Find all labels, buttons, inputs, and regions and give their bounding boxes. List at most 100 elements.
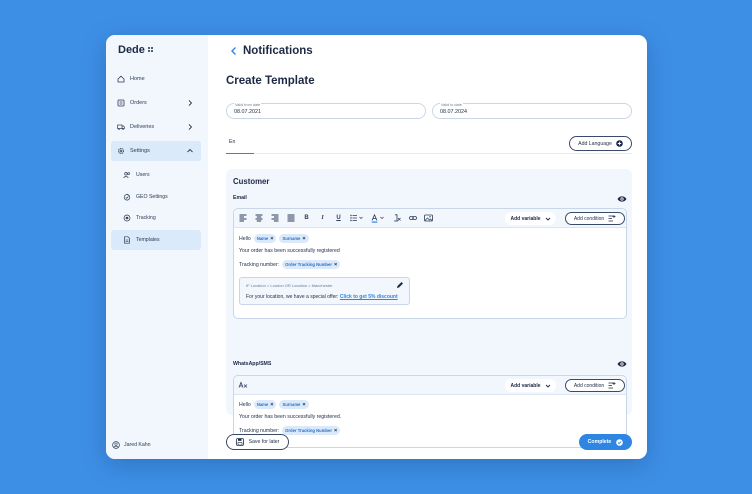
variable-chip-surname[interactable]: Surname × [279, 234, 309, 243]
sidebar-item-settings[interactable]: Settings [111, 141, 201, 161]
valid-to-date-field[interactable]: Valid to date 08.07.2024 [432, 103, 632, 119]
eye-icon[interactable] [617, 195, 627, 203]
offer-link[interactable]: Click to get 5% discount [340, 294, 398, 300]
header-title: Notifications [243, 45, 313, 57]
condition-block[interactable]: IF Location = London OR Location = Manch… [239, 277, 410, 305]
tab-divider [254, 153, 632, 154]
eye-icon[interactable] [617, 360, 627, 368]
chip-close-icon[interactable]: × [302, 236, 305, 242]
bold-icon[interactable]: B [302, 214, 311, 223]
chevron-down-icon [545, 384, 550, 388]
truck-icon [117, 123, 125, 131]
tracking-text: Tracking number: [239, 427, 280, 434]
sidebar-item-label: Settings [130, 148, 150, 154]
customer-title: Customer [233, 177, 270, 186]
tracking-text: Tracking number: [239, 261, 280, 268]
text-color-icon[interactable] [371, 213, 385, 223]
align-center-icon[interactable] [254, 214, 263, 223]
valid-from-date-field[interactable]: Valid from date 08.07.2021 [226, 103, 426, 119]
tab-language-en[interactable]: En [226, 139, 254, 154]
add-variable-label: Add variable [510, 382, 541, 389]
chevron-up-icon [187, 148, 193, 153]
sms-toolbar: Add variable Add condition [234, 376, 626, 395]
sidebar-subitem-tracking[interactable]: Tracking [111, 208, 201, 228]
sidebar-item-orders[interactable]: Orders [111, 93, 201, 113]
image-icon[interactable] [424, 214, 433, 223]
sidebar-subitem-templates[interactable]: Templates [111, 229, 201, 250]
email-editor[interactable]: B I U Add variable Add condition Hello N… [233, 208, 627, 319]
add-language-button[interactable]: Add Language [569, 136, 632, 151]
customer-section: Customer Email B I U Add variable Add co… [226, 169, 632, 448]
back-chevron-icon[interactable] [230, 46, 238, 56]
offer-line: For your location, we have a special off… [246, 294, 398, 300]
variable-chip-tracking[interactable]: Order Tracking Number × [282, 260, 341, 269]
email-label: Email [233, 195, 247, 201]
italic-icon[interactable]: I [318, 214, 327, 223]
sms-line-registered: Your order has been successfully registe… [239, 414, 342, 420]
add-language-label: Add Language [578, 140, 612, 147]
clear-format-icon[interactable] [392, 214, 401, 223]
sidebar-subitem-geo-settings[interactable]: GEO Settings [111, 187, 201, 207]
save-icon [235, 438, 244, 446]
variable-chip-tracking[interactable]: Order Tracking Number × [282, 426, 341, 435]
pencil-icon[interactable] [396, 281, 404, 289]
main-content: Notifications Create Template Valid from… [208, 35, 647, 459]
sidebar-item-deliveries[interactable]: Deliveries [111, 117, 201, 137]
sidebar-subitem-label: GEO Settings [136, 193, 168, 200]
chip-label: Order Tracking Number [285, 262, 332, 267]
valid-to-label: Valid to date [440, 103, 463, 107]
variable-chip-name[interactable]: Name × [253, 400, 277, 409]
condition-text: IF Location = London OR Location = Manch… [246, 283, 333, 288]
sms-editor[interactable]: Add variable Add condition Hello Name × S… [233, 375, 627, 448]
sms-add-variable-button[interactable]: Add variable [505, 379, 556, 392]
chip-close-icon[interactable]: × [270, 236, 273, 242]
email-line-hello: Hello Name × Surname × [239, 234, 309, 243]
add-condition-label: Add condition [573, 215, 605, 222]
sidebar-item-home[interactable]: Home [111, 69, 201, 89]
sidebar-item-label: Home [130, 76, 145, 82]
add-condition-label: Add condition [573, 382, 605, 389]
chip-label: Order Tracking Number [285, 428, 332, 433]
chevron-right-icon [188, 124, 193, 130]
align-justify-icon[interactable] [286, 214, 295, 223]
tracking-icon [123, 214, 131, 222]
link-icon[interactable] [408, 214, 417, 223]
clear-format-icon[interactable] [238, 381, 248, 390]
sms-add-condition-button[interactable]: Add condition [565, 379, 625, 392]
chip-label: Name [256, 236, 269, 241]
chip-close-icon[interactable]: × [334, 428, 337, 434]
sidebar-item-label: Orders [130, 100, 147, 106]
filter-add-icon [608, 382, 616, 389]
logo-mark-icon [147, 47, 154, 53]
chip-label: Name [256, 402, 269, 407]
variable-chip-surname[interactable]: Surname × [279, 400, 309, 409]
chip-close-icon[interactable]: × [302, 402, 305, 408]
underline-icon[interactable]: U [334, 214, 343, 223]
list-icon[interactable] [350, 214, 364, 223]
sidebar-subitem-users[interactable]: Users [111, 165, 201, 185]
logo[interactable]: Dede [118, 44, 154, 56]
gear-icon [117, 147, 125, 155]
orders-icon [117, 99, 125, 107]
sidebar: Dede Home Orders Deliveries Settings Use… [106, 35, 208, 459]
users-icon [123, 171, 131, 179]
sidebar-subitem-label: Tracking [136, 215, 156, 221]
align-right-icon[interactable] [270, 214, 279, 223]
user-profile[interactable]: Jared Kahn [112, 441, 151, 449]
check-circle-icon [616, 438, 624, 446]
email-toolbar: B I U Add variable Add condition [234, 209, 626, 228]
chip-close-icon[interactable]: × [270, 402, 273, 408]
save-for-later-button[interactable]: Save for later [226, 434, 289, 450]
user-name: Jared Kahn [124, 442, 151, 448]
variable-chip-name[interactable]: Name × [253, 234, 277, 243]
email-add-variable-button[interactable]: Add variable [505, 212, 556, 225]
home-icon [117, 75, 125, 83]
email-add-condition-button[interactable]: Add condition [565, 212, 625, 225]
sms-label: WhatsApp/SMS [233, 361, 272, 367]
complete-button[interactable]: Complete [579, 434, 632, 450]
hello-text: Hello [239, 401, 251, 408]
app-window: Dede Home Orders Deliveries Settings Use… [106, 35, 647, 459]
chip-close-icon[interactable]: × [334, 262, 337, 268]
email-line-tracking: Tracking number: Order Tracking Number × [239, 260, 341, 269]
align-left-icon[interactable] [238, 214, 247, 223]
